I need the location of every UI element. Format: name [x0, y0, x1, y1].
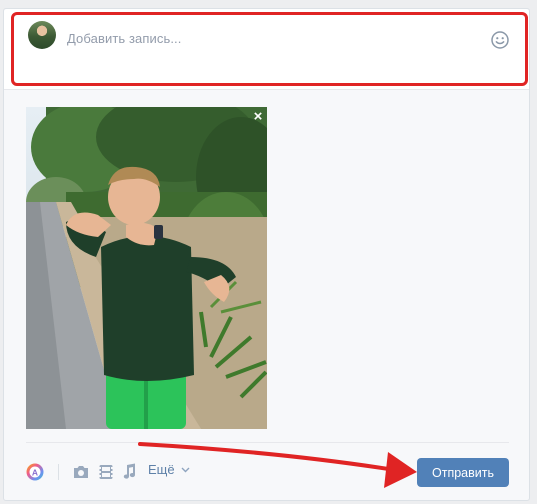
send-button[interactable]: Отправить: [417, 458, 509, 487]
more-menu[interactable]: Ещё: [148, 462, 190, 477]
remove-attachment-icon[interactable]: ×: [251, 109, 265, 124]
music-icon[interactable]: [122, 463, 136, 480]
graffiti-icon[interactable]: A: [26, 463, 44, 481]
composer-header[interactable]: Добавить запись...: [4, 9, 529, 90]
chevron-down-icon: [181, 467, 190, 473]
user-avatar[interactable]: [28, 21, 56, 49]
toolbar-divider: [26, 442, 509, 443]
more-label: Ещё: [148, 462, 175, 477]
camera-icon[interactable]: [72, 464, 90, 480]
video-icon[interactable]: [98, 464, 114, 480]
toolbar-separator: [58, 464, 59, 480]
smile-icon[interactable]: [491, 31, 509, 49]
post-input[interactable]: Добавить запись...: [67, 31, 181, 46]
attached-photo[interactable]: [26, 107, 267, 429]
svg-text:A: A: [32, 467, 38, 477]
